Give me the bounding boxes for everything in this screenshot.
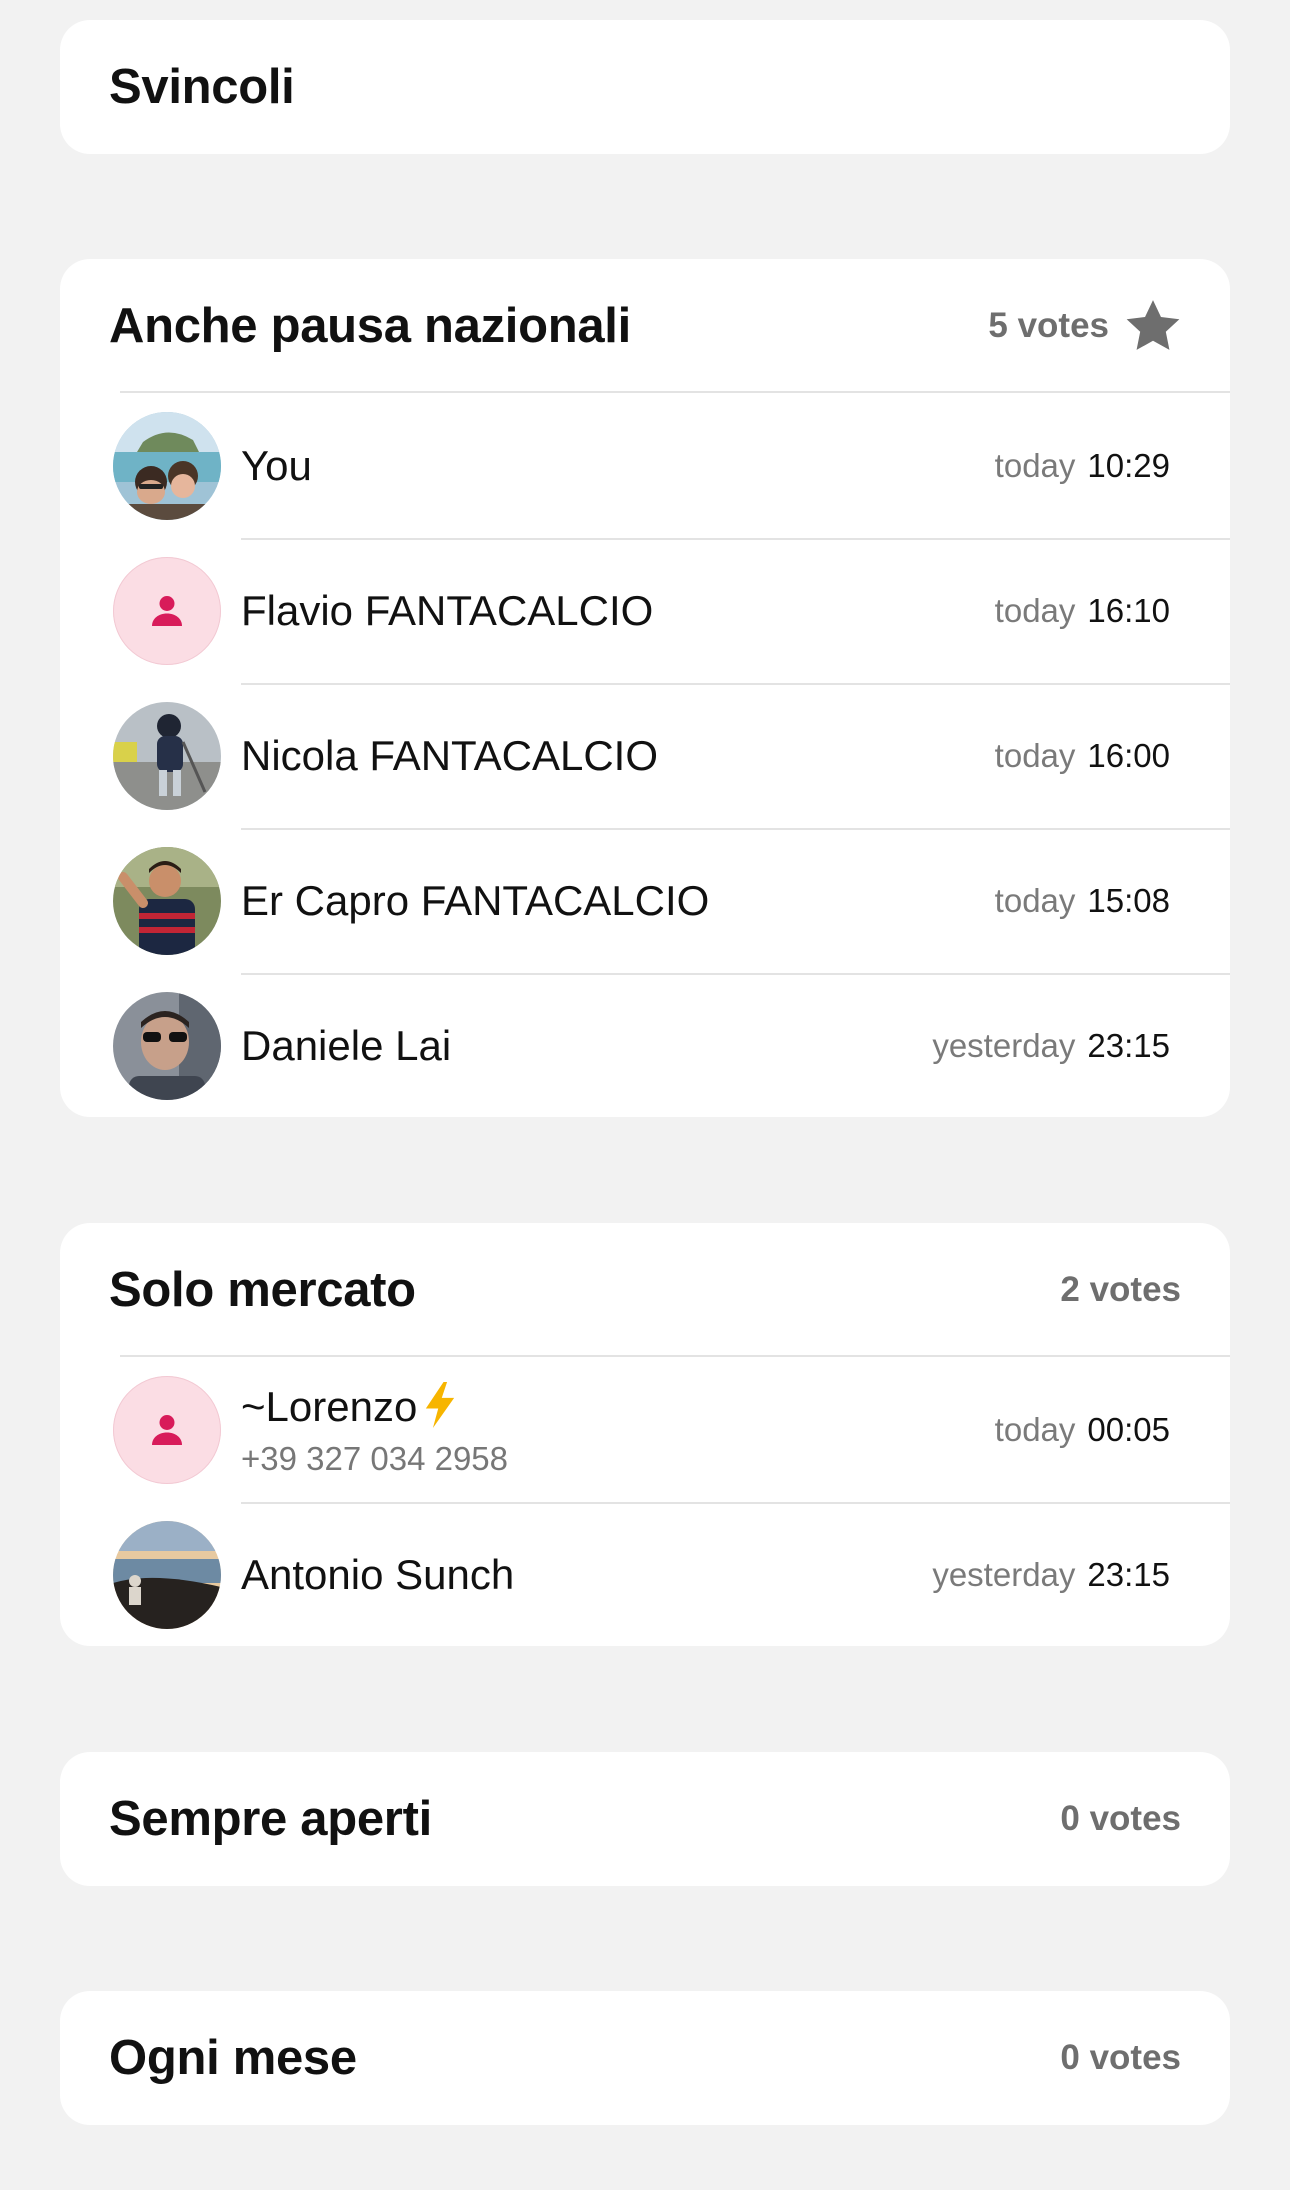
vote-timestamp: yesterday 23:15 [932,1502,1170,1646]
voter-name: You [241,441,312,489]
vote-time: 23:15 [1087,1026,1170,1064]
voter-name: Daniele Lai [241,1021,452,1069]
poll-results-page: Svincoli Anche pausa nazionali 5 votes Y… [0,0,1290,2190]
voter-row[interactable]: You today 10:29 [60,393,1230,538]
poll-option-header: Solo mercato 2 votes [60,1223,1230,1357]
poll-option-card[interactable]: Svincoli [60,20,1230,154]
voter-row[interactable]: Er Capro FANTACALCIO today 15:08 [60,828,1230,973]
poll-option-title: Anche pausa nazionali [109,299,631,353]
vote-timestamp: today 10:29 [995,393,1170,538]
avatar [113,847,221,955]
vote-time: 00:05 [1087,1410,1170,1448]
vote-count: 2 votes [1060,1270,1181,1309]
poll-option-card[interactable]: Solo mercato 2 votes ~Lorenzo +39 327 03… [60,1223,1230,1646]
vote-day: yesterday [932,1026,1076,1064]
vote-timestamp: today 16:10 [995,538,1170,683]
avatar [113,1521,221,1629]
poll-option-header: Svincoli [60,20,1230,154]
vote-day: yesterday [932,1555,1076,1593]
vote-timestamp: today 15:08 [995,828,1170,973]
voter-row[interactable]: ~Lorenzo +39 327 034 2958 today 00:05 [60,1357,1230,1502]
voter-name: Nicola FANTACALCIO [241,731,658,779]
vote-day: today [994,591,1076,629]
voter-name: Antonio Sunch [241,1550,515,1598]
poll-option-header: Ogni mese 0 votes [60,1991,1230,2125]
star-icon[interactable] [1123,296,1183,356]
poll-option-title: Ogni mese [109,2031,357,2085]
avatar [113,412,221,520]
vote-count: 0 votes [1060,1799,1181,1838]
avatar [113,992,221,1100]
vote-timestamp: yesterday 23:15 [932,973,1170,1117]
voter-row[interactable]: Antonio Sunch yesterday 23:15 [60,1502,1230,1646]
vote-timestamp: today 16:00 [995,683,1170,828]
vote-day: today [994,446,1076,484]
poll-option-title: Sempre aperti [109,1792,432,1846]
person-icon [113,557,221,665]
vote-time: 16:10 [1087,591,1170,629]
poll-option-title: Svincoli [109,60,295,114]
voter-name: Flavio FANTACALCIO [241,586,654,634]
poll-option-card[interactable]: Anche pausa nazionali 5 votes You today … [60,259,1230,1117]
vote-time: 10:29 [1087,446,1170,484]
voter-row[interactable]: Flavio FANTACALCIO today 16:10 [60,538,1230,683]
vote-count: 0 votes [1060,2038,1181,2077]
vote-time: 23:15 [1087,1555,1170,1593]
voter-name: Er Capro FANTACALCIO [241,876,710,924]
poll-option-card[interactable]: Sempre aperti 0 votes [60,1752,1230,1886]
vote-time: 16:00 [1087,736,1170,774]
poll-option-header: Anche pausa nazionali 5 votes [60,259,1230,393]
poll-option-header: Sempre aperti 0 votes [60,1752,1230,1886]
vote-day: today [994,736,1076,774]
voter-phone: +39 327 034 2958 [241,1439,509,1477]
person-icon [113,1376,221,1484]
voter-row[interactable]: Nicola FANTACALCIO today 16:00 [60,683,1230,828]
vote-count: 5 votes [988,306,1109,345]
poll-option-title: Solo mercato [109,1263,416,1317]
avatar [113,702,221,810]
voter-row[interactable]: Daniele Lai yesterday 23:15 [60,973,1230,1117]
vote-day: today [994,1410,1076,1448]
vote-day: today [994,881,1076,919]
voter-name: ~Lorenzo [241,1382,418,1430]
lightning-icon [423,1381,457,1438]
vote-time: 15:08 [1087,881,1170,919]
poll-option-card[interactable]: Ogni mese 0 votes [60,1991,1230,2125]
vote-timestamp: today 00:05 [995,1357,1170,1502]
